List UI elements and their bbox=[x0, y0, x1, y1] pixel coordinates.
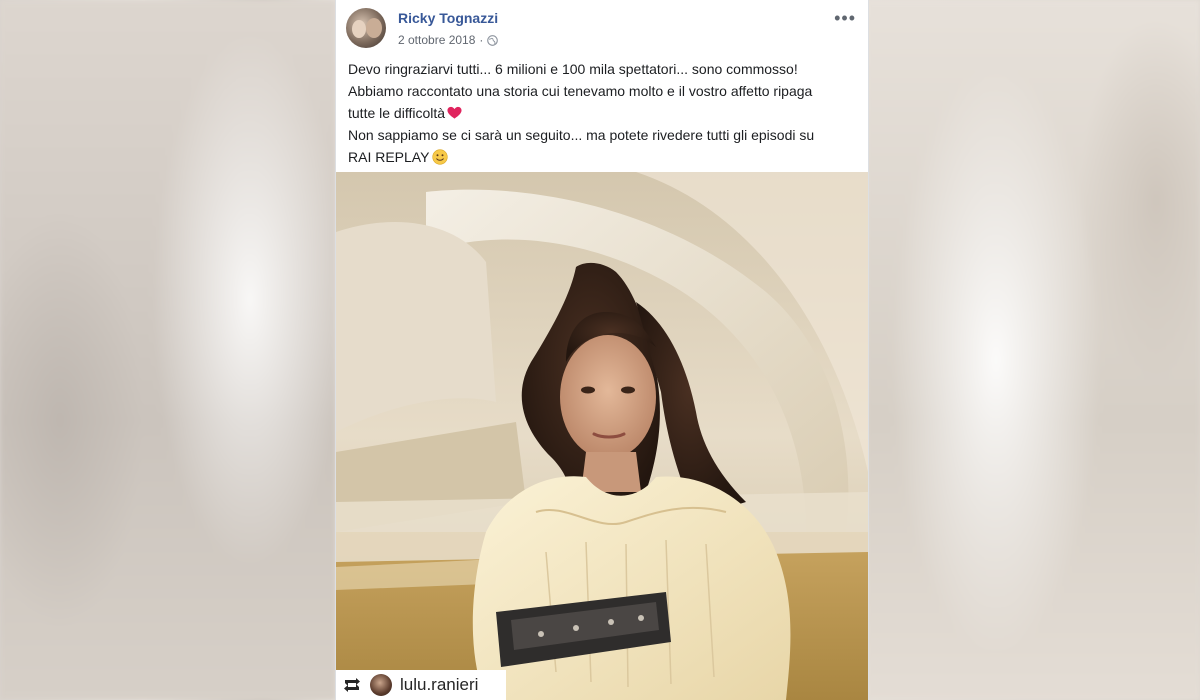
avatar-face-right bbox=[366, 18, 382, 38]
blurred-background-left bbox=[0, 0, 336, 700]
blurred-background-right bbox=[866, 0, 1200, 700]
heart-emoji bbox=[447, 106, 462, 119]
post-text-line: Non sappiamo se ci sarà un seguito... ma… bbox=[348, 127, 815, 143]
author-name-link[interactable]: Ricky Tognazzi bbox=[398, 10, 498, 26]
post-text-fragment: RAI REPLAY bbox=[348, 149, 430, 165]
repost-icon bbox=[344, 678, 360, 692]
meta-separator: · bbox=[479, 33, 484, 47]
post-photo[interactable]: lulu.ranieri bbox=[336, 172, 868, 700]
avatar-face-left bbox=[352, 20, 366, 38]
post-text-line-with-smile: RAI REPLAY bbox=[348, 146, 856, 168]
repost-user-avatar bbox=[370, 674, 392, 696]
photo-illustration bbox=[336, 172, 868, 700]
more-options-icon[interactable]: ••• bbox=[834, 8, 856, 29]
post-text-line: Abbiamo raccontato una storia cui teneva… bbox=[348, 83, 813, 99]
post-meta: 2 ottobre 2018 · bbox=[398, 33, 499, 47]
repost-username[interactable]: lulu.ranieri bbox=[400, 675, 478, 695]
post-body-text: Devo ringraziarvi tutti... 6 milioni e 1… bbox=[336, 56, 868, 174]
screenshot-stage: Ricky Tognazzi 2 ottobre 2018 · ••• Devo… bbox=[0, 0, 1200, 700]
repost-attribution[interactable]: lulu.ranieri bbox=[336, 670, 506, 700]
globe-icon[interactable] bbox=[487, 34, 499, 46]
smile-emoji bbox=[432, 149, 449, 165]
post-text-line-with-heart: tutte le difficoltà bbox=[348, 102, 856, 124]
facebook-post: Ricky Tognazzi 2 ottobre 2018 · ••• Devo… bbox=[336, 0, 868, 700]
post-text-line: Devo ringraziarvi tutti... 6 milioni e 1… bbox=[348, 61, 798, 77]
post-header: Ricky Tognazzi 2 ottobre 2018 · ••• bbox=[336, 0, 868, 56]
post-text-fragment: tutte le difficoltà bbox=[348, 105, 446, 121]
author-avatar[interactable] bbox=[346, 8, 386, 48]
post-date[interactable]: 2 ottobre 2018 bbox=[398, 33, 475, 47]
